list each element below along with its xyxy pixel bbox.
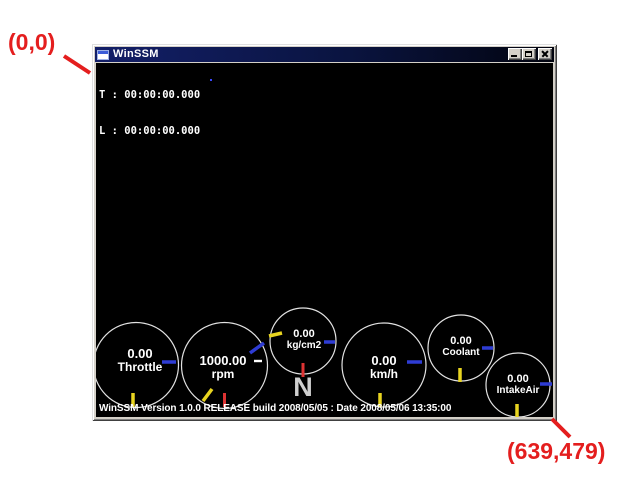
client-area: T : 00:00:00.000 L : 00:00:00.000 0.00 T… xyxy=(96,63,553,417)
gauge-rpm-readout: 1000.00 rpm xyxy=(200,354,247,381)
rpm-min-tick xyxy=(203,389,212,401)
timer-l: L : 00:00:00.000 xyxy=(99,125,200,137)
intakeair-label: IntakeAir xyxy=(497,385,540,396)
intakeair-value: 0.00 xyxy=(497,373,540,385)
rpm-value: 1000.00 xyxy=(200,354,247,368)
timer-readout: T : 00:00:00.000 L : 00:00:00.000 xyxy=(99,65,200,161)
minimize-button[interactable] xyxy=(508,48,522,60)
gauge-coolant-readout: 0.00 Coolant xyxy=(442,335,479,358)
coolant-value: 0.00 xyxy=(442,335,479,347)
gauge-throttle-readout: 0.00 Throttle xyxy=(118,347,163,374)
throttle-value: 0.00 xyxy=(118,347,163,361)
gauge-boost-readout: 0.00 kg/cm2 xyxy=(287,328,321,351)
rpm-peak-tick xyxy=(250,343,264,353)
title-bar[interactable]: WinSSM xyxy=(95,47,554,62)
boost-value: 0.00 xyxy=(287,328,321,340)
maximize-button[interactable] xyxy=(522,48,536,60)
window-title: WinSSM xyxy=(113,47,159,62)
app-window: WinSSM xyxy=(92,44,557,421)
status-bar: WinSSM Version 1.0.0 RELEASE build 2008/… xyxy=(99,403,451,414)
gauge-intakeair-readout: 0.00 IntakeAir xyxy=(497,373,540,396)
leader-line-bottom-right xyxy=(552,419,570,437)
throttle-label: Throttle xyxy=(118,361,163,374)
screenshot-canvas: (0,0) (639,479) WinSSM xyxy=(0,0,640,480)
gear-indicator: N xyxy=(293,374,313,401)
leader-line-top-left xyxy=(64,56,90,73)
stray-blue-pixel xyxy=(210,79,212,81)
gauge-speed-readout: 0.00 km/h xyxy=(370,354,398,381)
minimize-icon xyxy=(511,55,517,57)
annotation-extent-label: (639,479) xyxy=(507,438,605,465)
boost-label: kg/cm2 xyxy=(287,340,321,351)
annotation-origin-label: (0,0) xyxy=(8,29,55,56)
timer-t: T : 00:00:00.000 xyxy=(99,89,200,101)
maximize-icon xyxy=(525,51,532,57)
app-window-icon[interactable] xyxy=(97,50,109,60)
close-button[interactable] xyxy=(538,48,552,60)
speed-label: km/h xyxy=(370,368,398,381)
rpm-label: rpm xyxy=(200,368,247,381)
speed-value: 0.00 xyxy=(370,354,398,368)
coolant-label: Coolant xyxy=(442,347,479,358)
